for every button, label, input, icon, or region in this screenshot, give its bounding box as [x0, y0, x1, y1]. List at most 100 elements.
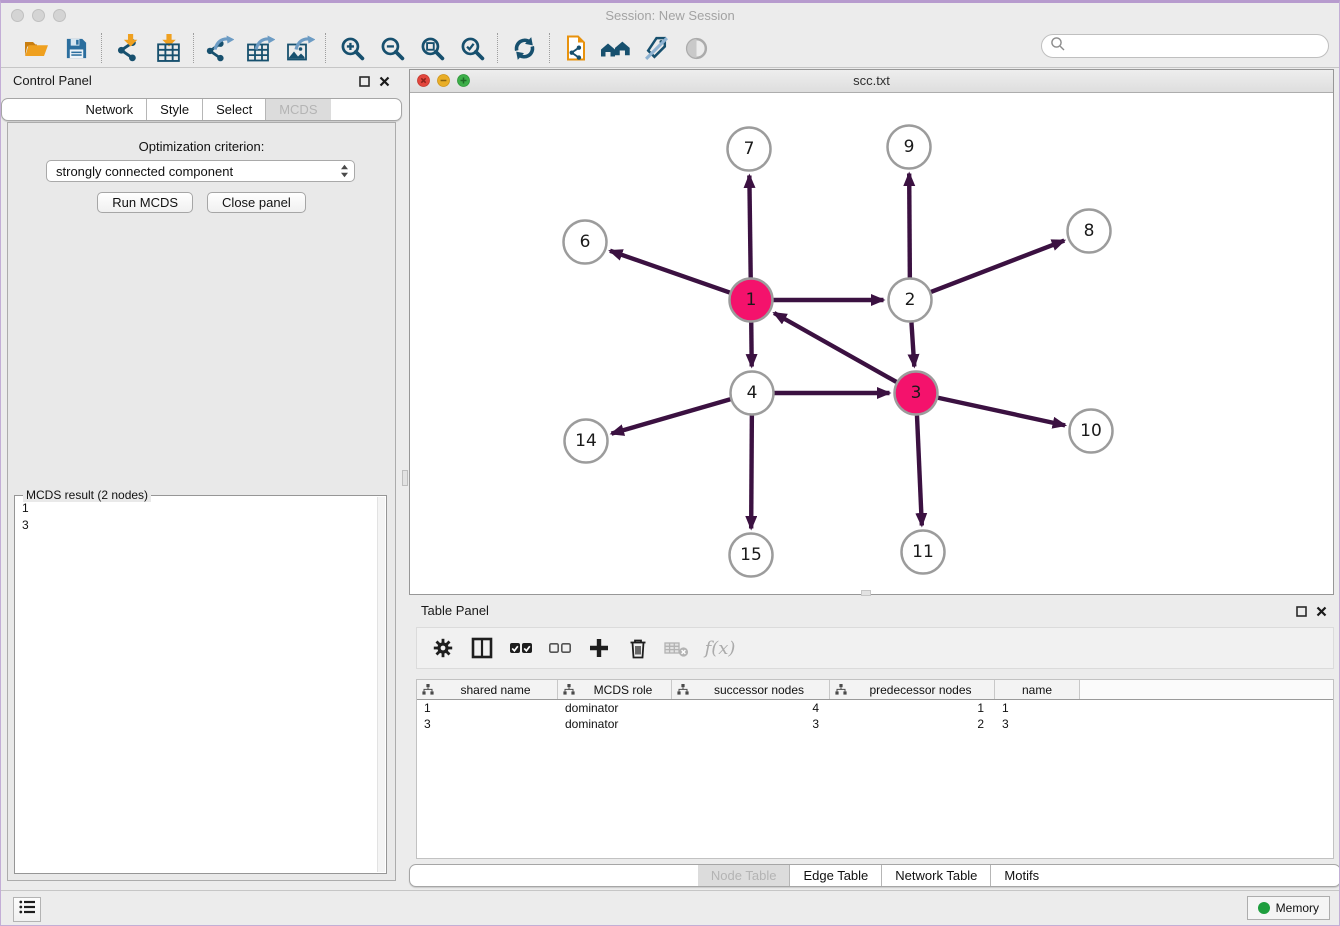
run-mcds-button[interactable]: Run MCDS [97, 192, 193, 213]
deselect-all-button[interactable] [547, 635, 573, 661]
node-9[interactable]: 9 [888, 126, 931, 169]
copy-network-button[interactable] [561, 33, 591, 63]
application-window: Session: New Session Control Panel Netwo… [0, 0, 1340, 926]
show-columns-button[interactable] [469, 635, 495, 661]
network-canvas[interactable]: 7 9 6 8 1 2 4 3 14 10 15 11 [410, 92, 1333, 594]
node-4[interactable]: 4 [731, 372, 774, 415]
cell-name[interactable]: 1 [995, 701, 1080, 715]
column-header-predecessor-nodes[interactable]: predecessor nodes [830, 680, 995, 699]
edge-3-10[interactable] [938, 398, 1065, 426]
table-tab-edge-table[interactable]: Edge Table [789, 865, 881, 886]
node-7[interactable]: 7 [728, 128, 771, 171]
cell-shared-name[interactable]: 3 [417, 717, 558, 731]
tab-network[interactable]: Network [72, 99, 146, 120]
node-1[interactable]: 1 [730, 279, 773, 322]
cell-successor-nodes[interactable]: 3 [672, 717, 830, 731]
add-row-button[interactable] [586, 635, 612, 661]
search-networks-button[interactable] [601, 33, 631, 63]
edge-4-15[interactable] [751, 415, 752, 528]
export-image-button[interactable] [285, 33, 315, 63]
cell-name[interactable]: 3 [995, 717, 1080, 731]
panel-splitter-handle[interactable] [402, 470, 408, 486]
column-tree-icon [563, 684, 575, 695]
cell-predecessor-nodes[interactable]: 1 [830, 701, 995, 715]
close-panel-icon[interactable] [379, 74, 390, 92]
edge-4-14[interactable] [611, 399, 730, 433]
select-all-button[interactable] [508, 635, 534, 661]
close-panel-button[interactable]: Close panel [207, 192, 306, 213]
delete-row-button[interactable] [625, 635, 651, 661]
svg-text:15: 15 [740, 545, 762, 565]
result-scrollbar[interactable] [377, 497, 385, 872]
memory-status-icon [1258, 902, 1270, 914]
table-tab-network-table[interactable]: Network Table [881, 865, 990, 886]
mcds-result-text[interactable]: 1 3 [15, 496, 386, 538]
node-3[interactable]: 3 [895, 372, 938, 415]
svg-text:8: 8 [1084, 221, 1095, 241]
node-11[interactable]: 11 [902, 531, 945, 574]
float-panel-icon[interactable] [359, 74, 370, 92]
zoom-out-button[interactable] [377, 33, 407, 63]
cell-mcds-role[interactable]: dominator [558, 701, 672, 715]
zoom-in-button[interactable] [337, 33, 367, 63]
column-header-mcds-role[interactable]: MCDS role [558, 680, 672, 699]
bird-view-button[interactable] [681, 33, 711, 63]
edge-1-6[interactable] [610, 251, 730, 293]
svg-text:6: 6 [580, 232, 591, 252]
import-network-button[interactable] [113, 33, 143, 63]
node-table: shared nameMCDS rolesuccessor nodesprede… [416, 679, 1334, 859]
horizontal-splitter-handle[interactable] [861, 590, 871, 596]
tab-select[interactable]: Select [202, 99, 265, 120]
column-header-name[interactable]: name [995, 680, 1080, 699]
edge-2-9[interactable] [909, 173, 910, 277]
criterion-select[interactable]: strongly connected component [46, 160, 355, 182]
node-15[interactable]: 15 [730, 534, 773, 577]
close-table-panel-icon[interactable] [1316, 604, 1327, 622]
edge-3-1[interactable] [774, 313, 896, 382]
hide-annotations-button[interactable] [641, 33, 671, 63]
task-history-button[interactable] [13, 897, 41, 922]
zoom-selected-button[interactable] [457, 33, 487, 63]
cell-mcds-role[interactable]: dominator [558, 717, 672, 731]
edge-2-3[interactable] [911, 322, 914, 366]
cell-shared-name[interactable]: 1 [417, 701, 558, 715]
window-title: Session: New Session [1, 3, 1339, 29]
edge-1-7[interactable] [749, 175, 750, 277]
table-settings-button[interactable] [430, 635, 456, 661]
memory-button[interactable]: Memory [1247, 896, 1330, 920]
svg-text:10: 10 [1080, 421, 1102, 441]
table-row[interactable]: 1dominator411 [417, 700, 1333, 716]
column-header-shared-name[interactable]: shared name [417, 680, 558, 699]
refresh-layout-button[interactable] [509, 33, 539, 63]
svg-text:2: 2 [905, 290, 916, 310]
node-8[interactable]: 8 [1068, 210, 1111, 253]
table-header-row: shared nameMCDS rolesuccessor nodesprede… [417, 680, 1333, 700]
cell-predecessor-nodes[interactable]: 2 [830, 717, 995, 731]
export-network-button[interactable] [205, 33, 235, 63]
tab-mcds[interactable]: MCDS [265, 99, 330, 120]
node-14[interactable]: 14 [565, 420, 608, 463]
open-session-button[interactable] [21, 33, 51, 63]
tab-style[interactable]: Style [146, 99, 202, 120]
save-session-button[interactable] [61, 33, 91, 63]
import-table-button[interactable] [153, 33, 183, 63]
table-row[interactable]: 3dominator323 [417, 716, 1333, 732]
edge-3-11[interactable] [917, 415, 922, 525]
table-tab-node-table[interactable]: Node Table [698, 865, 790, 886]
select-stepper-icon [340, 164, 349, 178]
optimization-criterion-label: Optimization criterion: [8, 139, 395, 154]
network-search-box[interactable] [1041, 34, 1329, 58]
edge-2-8[interactable] [931, 241, 1064, 292]
zoom-fit-button[interactable] [417, 33, 447, 63]
column-header-successor-nodes[interactable]: successor nodes [672, 680, 830, 699]
table-tab-motifs[interactable]: Motifs [990, 865, 1052, 886]
node-10[interactable]: 10 [1070, 410, 1113, 453]
node-6[interactable]: 6 [564, 221, 607, 264]
cell-successor-nodes[interactable]: 4 [672, 701, 830, 715]
float-table-panel-icon[interactable] [1296, 604, 1307, 622]
column-tree-icon [677, 684, 689, 695]
export-table-button[interactable] [245, 33, 275, 63]
network-window-titlebar[interactable]: scc.txt [410, 70, 1333, 93]
node-2[interactable]: 2 [889, 279, 932, 322]
table-toolbar: f(x) [416, 627, 1334, 669]
